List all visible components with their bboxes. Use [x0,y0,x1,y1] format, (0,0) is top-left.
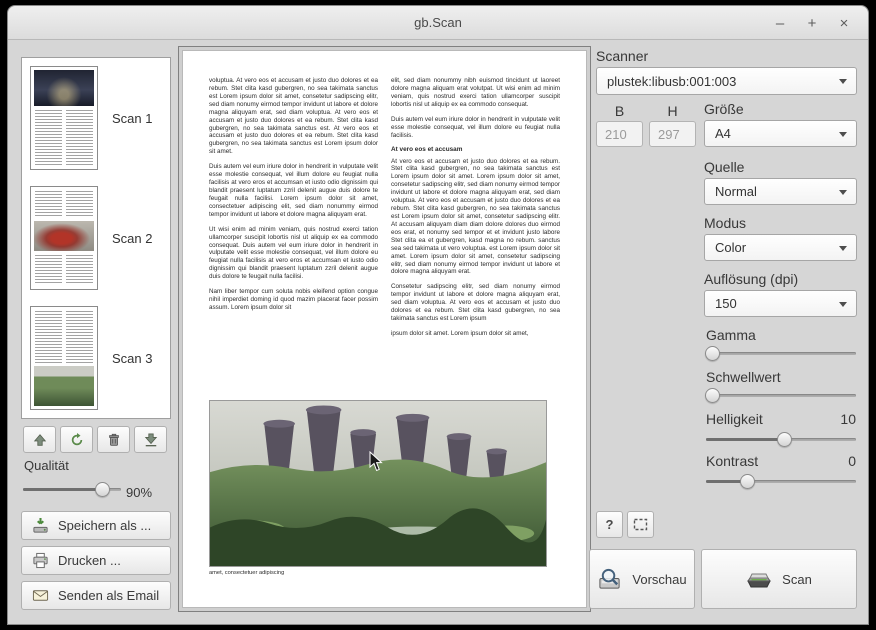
preview-page[interactable]: voluptua. At vero eos et accusam et just… [182,50,587,608]
page-toolbar [23,426,167,453]
rotate-icon [70,433,84,447]
move-down-button[interactable] [134,426,167,453]
brightness-slider-handle[interactable] [777,432,792,447]
scanner-label: Scanner [596,48,648,64]
mode-label: Modus [704,215,746,231]
delete-button[interactable] [97,426,130,453]
threshold-label: Schwellwert [706,369,781,385]
contrast-value: 0 [788,453,856,469]
send-email-button[interactable]: Senden als Email [21,581,171,610]
height-field[interactable]: 297 [649,121,696,147]
preview-button[interactable]: Vorschau [589,549,695,609]
source-label: Quelle [704,159,744,175]
printer-icon [32,552,49,569]
scan-1-photo-night-city [34,70,94,106]
trash-icon [107,433,121,447]
gamma-slider-handle[interactable] [705,346,720,361]
print-button[interactable]: Drucken ... [21,546,171,575]
size-value: A4 [715,126,731,141]
selection-button[interactable] [627,511,654,538]
app-window: gb.Scan – + × Scan 1 [7,5,869,625]
window-title: gb.Scan [8,15,868,30]
preview-area: voluptua. At vero eos et accusam et just… [178,46,591,612]
scan-thumbnail-list: Scan 1 Scan 2 Scan 3 [21,57,171,419]
width-label: B [596,103,643,119]
scan-2-label: Scan 2 [112,231,152,246]
contrast-label: Kontrast [706,453,758,469]
source-value: Normal [715,184,757,199]
contrast-slider[interactable] [706,474,856,489]
magnifier-icon [597,567,622,592]
quality-slider[interactable] [23,482,121,497]
document-photo-caption: amet, consectetuer adipiscing [209,570,560,576]
scan-3-label: Scan 3 [112,351,152,366]
gamma-label: Gamma [706,327,756,343]
mode-value: Color [715,240,746,255]
save-as-button[interactable]: Speichern als ... [21,511,171,540]
save-as-label: Speichern als ... [58,518,151,533]
selection-icon [633,518,648,531]
list-item-scan-2[interactable]: Scan 2 [22,178,170,298]
chevron-down-icon [839,246,847,251]
minimize-button[interactable]: – [770,13,790,33]
scanner-icon [746,566,772,592]
document-column-right: elit, sed diam nonummy nibh euismod tinc… [391,77,560,395]
resolution-value: 150 [715,296,737,311]
size-select[interactable]: A4 [704,120,857,147]
document-heading: At vero eos et accusam [391,146,560,154]
print-label: Drucken ... [58,553,121,568]
email-icon [32,587,49,604]
scan-3-thumbnail [30,306,98,410]
scan-1-thumbnail [30,66,98,170]
mode-select[interactable]: Color [704,234,857,261]
brightness-value: 10 [788,411,856,427]
scan-3-photo-gardens [34,366,94,406]
arrow-down-icon [144,433,158,447]
threshold-slider-handle[interactable] [705,388,720,403]
chevron-down-icon [839,302,847,307]
scanner-device-value: plustek:libusb:001:003 [607,74,736,89]
list-item-scan-3[interactable]: Scan 3 [22,298,170,418]
document-photo-supertree-grove [209,400,547,567]
rotate-button[interactable] [60,426,93,453]
preview-button-label: Vorschau [632,572,686,587]
window-controls: – + × [770,13,854,33]
resolution-select[interactable]: 150 [704,290,857,317]
size-label: Größe [704,101,744,117]
quality-label: Qualität [24,458,69,473]
height-label: H [649,103,696,119]
contrast-slider-handle[interactable] [740,474,755,489]
save-icon [32,517,49,534]
send-email-label: Senden als Email [58,588,159,603]
scan-2-photo-red-car [34,221,94,251]
scan-button-label: Scan [782,572,812,587]
quality-value: 90% [126,485,166,500]
source-select[interactable]: Normal [704,178,857,205]
chevron-down-icon [839,79,847,84]
help-button[interactable]: ? [596,511,623,538]
document-column-left: voluptua. At vero eos et accusam et just… [209,77,378,395]
move-up-button[interactable] [23,426,56,453]
quality-slider-handle[interactable] [95,482,110,497]
brightness-label: Helligkeit [706,411,763,427]
close-button[interactable]: × [834,13,854,33]
scanner-device-select[interactable]: plustek:libusb:001:003 [596,67,857,95]
maximize-button[interactable]: + [802,13,822,33]
resolution-label: Auflösung (dpi) [704,271,798,287]
document-columns: voluptua. At vero eos et accusam et just… [209,77,560,395]
mouse-cursor [369,451,383,472]
gamma-slider[interactable] [706,346,856,361]
chevron-down-icon [839,132,847,137]
arrow-up-icon [33,433,47,447]
threshold-slider[interactable] [706,388,856,403]
titlebar[interactable]: gb.Scan – + × [8,6,868,40]
scan-1-label: Scan 1 [112,111,152,126]
brightness-slider[interactable] [706,432,856,447]
scan-2-thumbnail [30,186,98,290]
desktop: gb.Scan – + × Scan 1 [0,0,876,630]
list-item-scan-1[interactable]: Scan 1 [22,58,170,178]
width-field[interactable]: 210 [596,121,643,147]
chevron-down-icon [839,190,847,195]
scan-button[interactable]: Scan [701,549,857,609]
